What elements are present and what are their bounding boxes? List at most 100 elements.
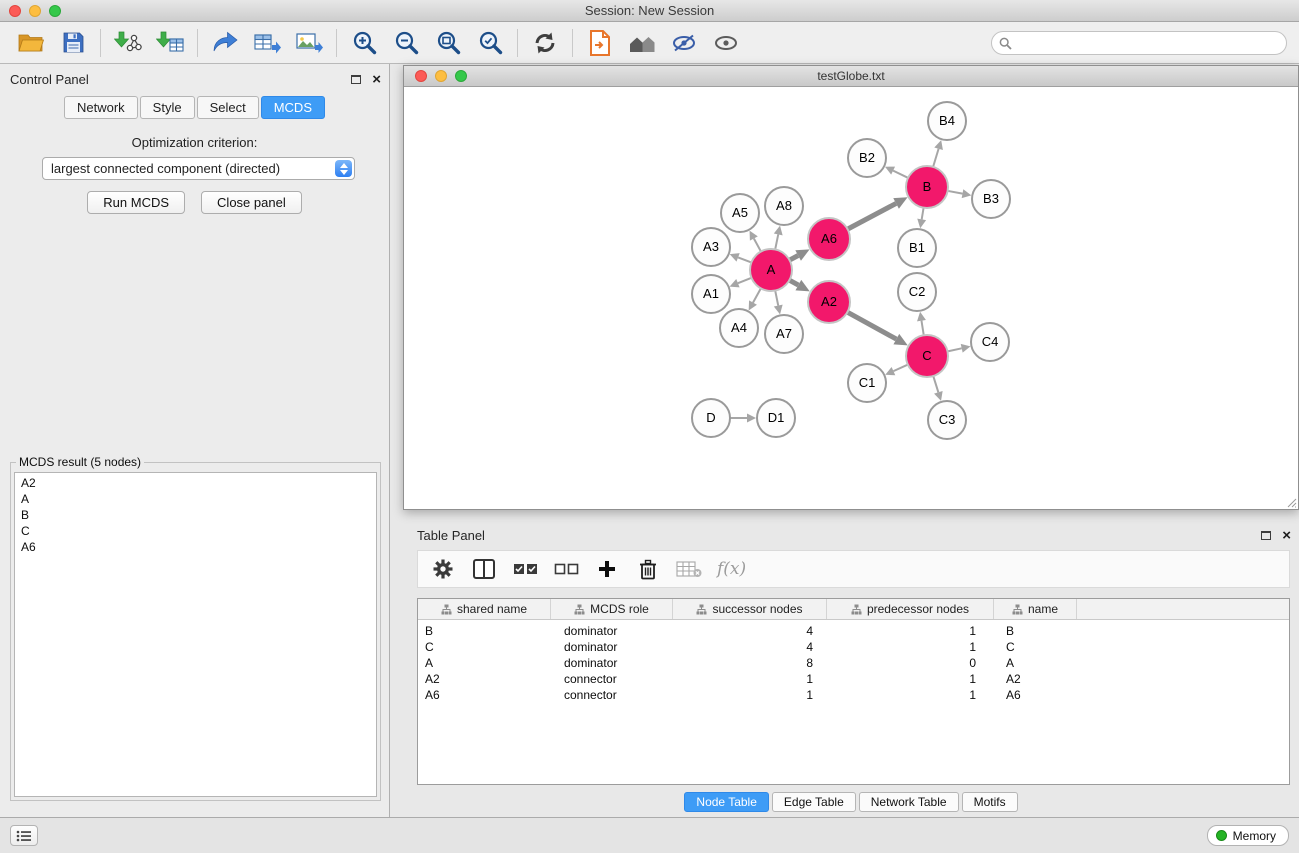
result-item[interactable]: A6	[21, 539, 376, 555]
column-header-successor-nodes[interactable]: successor nodes	[673, 599, 827, 619]
select-all-button[interactable]	[512, 554, 538, 584]
apply-layout-button[interactable]	[524, 24, 566, 62]
delete-table-button[interactable]	[676, 554, 702, 584]
minimize-window-button[interactable]	[29, 5, 41, 17]
graph-edge-C-C3[interactable]	[933, 375, 938, 392]
float-panel-icon[interactable]	[351, 75, 361, 84]
table-row[interactable]: Adominator80A	[418, 655, 1289, 671]
graph-node-C2[interactable]: C2	[898, 273, 936, 311]
graph-node-A1[interactable]: A1	[692, 275, 730, 313]
memory-button[interactable]: Memory	[1207, 825, 1289, 846]
zoom-network-window-button[interactable]	[455, 70, 467, 82]
graph-node-A6[interactable]: A6	[808, 218, 850, 260]
graph-edge-A-A1[interactable]	[738, 277, 753, 283]
column-header-shared-name[interactable]: shared name	[418, 599, 551, 619]
toggle-columns-button[interactable]	[471, 554, 497, 584]
graph-node-D[interactable]: D	[692, 399, 730, 437]
graph-node-A7[interactable]: A7	[765, 315, 803, 353]
table-row[interactable]: A2connector11A2	[418, 671, 1289, 687]
graph-edge-A6-B[interactable]	[847, 203, 896, 229]
zoom-in-button[interactable]	[343, 24, 385, 62]
close-panel-icon[interactable]: ×	[372, 72, 381, 87]
graph-node-B[interactable]: B	[906, 166, 948, 208]
graph-node-A[interactable]: A	[750, 249, 792, 291]
tab-node-table[interactable]: Node Table	[684, 792, 769, 812]
run-mcds-button[interactable]: Run MCDS	[87, 191, 185, 214]
result-item[interactable]: B	[21, 507, 376, 523]
graph-node-B4[interactable]: B4	[928, 102, 966, 140]
export-table-button[interactable]	[246, 24, 288, 62]
tab-edge-table[interactable]: Edge Table	[772, 792, 856, 812]
graph-edge-A-A5[interactable]	[754, 238, 762, 252]
close-window-button[interactable]	[9, 5, 21, 17]
zoom-fit-button[interactable]	[427, 24, 469, 62]
result-item[interactable]: A2	[21, 475, 376, 491]
zoom-window-button[interactable]	[49, 5, 61, 17]
show-all-button[interactable]	[705, 24, 747, 62]
graph-edge-C-C1[interactable]	[893, 364, 908, 371]
graph-edge-C-C4[interactable]	[947, 348, 962, 351]
graph-node-A8[interactable]: A8	[765, 187, 803, 225]
table-row[interactable]: Bdominator41B	[418, 623, 1289, 639]
function-builder-button[interactable]: f(x)	[717, 554, 746, 584]
graph-edge-C-C2[interactable]	[921, 321, 923, 337]
column-header-predecessor-nodes[interactable]: predecessor nodes	[827, 599, 994, 619]
graph-node-C3[interactable]: C3	[928, 401, 966, 439]
column-header-name[interactable]: name	[994, 599, 1077, 619]
search-input[interactable]	[991, 31, 1287, 55]
resize-grip[interactable]	[1285, 496, 1297, 508]
graph-node-C1[interactable]: C1	[848, 364, 886, 402]
graph-node-A2[interactable]: A2	[808, 281, 850, 323]
export-network-button[interactable]	[204, 24, 246, 62]
graph-node-B1[interactable]: B1	[898, 229, 936, 267]
save-session-button[interactable]	[52, 24, 94, 62]
deselect-all-button[interactable]	[553, 554, 579, 584]
tab-select[interactable]: Select	[197, 96, 259, 119]
table-settings-button[interactable]	[430, 554, 456, 584]
network-canvas[interactable]: A A6 A2 B C A1 A3 A4 A5 A7 A8 B1 B2 B3 B4 C1 C2 C3 C4 D D1	[404, 87, 1298, 509]
tab-network[interactable]: Network	[64, 96, 138, 119]
open-file-button[interactable]	[10, 24, 52, 62]
zoom-selected-button[interactable]	[469, 24, 511, 62]
hide-selected-button[interactable]	[663, 24, 705, 62]
add-column-button[interactable]	[594, 554, 620, 584]
task-history-button[interactable]	[10, 825, 38, 846]
graph-edge-B-B4[interactable]	[933, 149, 939, 168]
import-network-button[interactable]	[107, 24, 149, 62]
graph-edge-A2-C[interactable]	[847, 312, 897, 339]
graph-node-D1[interactable]: D1	[757, 399, 795, 437]
table-row[interactable]: Cdominator41C	[418, 639, 1289, 655]
graph-edge-A-A7[interactable]	[775, 290, 778, 306]
minimize-network-window-button[interactable]	[435, 70, 447, 82]
zoom-out-button[interactable]	[385, 24, 427, 62]
graph-edge-A-A8[interactable]	[775, 234, 778, 250]
close-panel-button[interactable]: Close panel	[201, 191, 302, 214]
tab-mcds[interactable]: MCDS	[261, 96, 325, 119]
graph-node-B2[interactable]: B2	[848, 139, 886, 177]
delete-column-button[interactable]	[635, 554, 661, 584]
network-document-button[interactable]	[579, 24, 621, 62]
graph-node-A5[interactable]: A5	[721, 194, 759, 232]
network-window-titlebar[interactable]: testGlobe.txt	[404, 66, 1298, 87]
export-image-button[interactable]	[288, 24, 330, 62]
float-table-panel-icon[interactable]	[1261, 531, 1271, 540]
graph-node-A3[interactable]: A3	[692, 228, 730, 266]
import-table-button[interactable]	[149, 24, 191, 62]
result-item[interactable]: C	[21, 523, 376, 539]
graph-node-C[interactable]: C	[906, 335, 948, 377]
column-header-mcds-role[interactable]: MCDS role	[551, 599, 673, 619]
graph-node-A4[interactable]: A4	[720, 309, 758, 347]
close-table-panel-icon[interactable]: ×	[1282, 528, 1291, 543]
graph-edge-B-B2[interactable]	[893, 171, 909, 179]
graph-edge-A-A4[interactable]	[753, 288, 761, 303]
graph-edge-B-B3[interactable]	[947, 191, 963, 194]
tab-style[interactable]: Style	[140, 96, 195, 119]
close-network-window-button[interactable]	[415, 70, 427, 82]
result-item[interactable]: A	[21, 491, 376, 507]
graph-node-C4[interactable]: C4	[971, 323, 1009, 361]
tab-network-table[interactable]: Network Table	[859, 792, 959, 812]
graph-node-B3[interactable]: B3	[972, 180, 1010, 218]
graph-edge-A-A3[interactable]	[738, 257, 752, 262]
table-row[interactable]: A6connector11A6	[418, 687, 1289, 703]
home-button[interactable]	[621, 24, 663, 62]
